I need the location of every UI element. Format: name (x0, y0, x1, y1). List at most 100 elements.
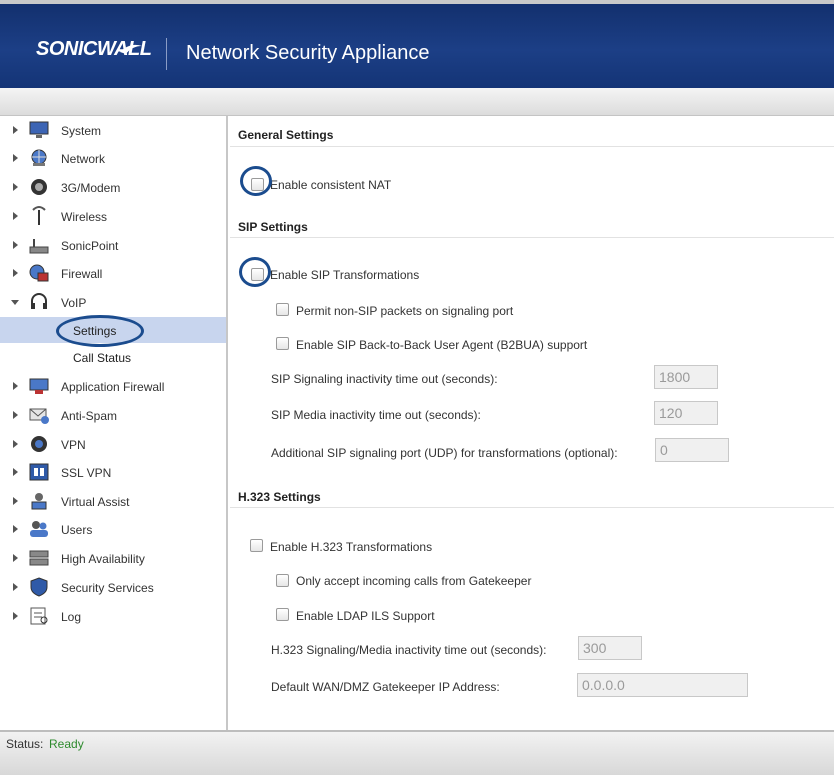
expand-arrow-icon[interactable] (13, 583, 18, 591)
expand-arrow-icon[interactable] (13, 468, 18, 476)
sidebar-item-label: 3G/Modem (61, 181, 121, 195)
expand-arrow-icon[interactable] (13, 411, 18, 419)
sidebar-item-security-services[interactable]: Security Services (0, 575, 226, 601)
expand-arrow-icon[interactable] (13, 154, 18, 162)
sidebar-item-label: SonicPoint (61, 239, 119, 253)
consistent-nat-label: Enable consistent NAT (270, 178, 392, 192)
expand-arrow-icon[interactable] (13, 269, 18, 277)
app-firewall-icon (29, 378, 49, 394)
expand-arrow-icon[interactable] (13, 440, 18, 448)
sidebar-item-sonicpoint[interactable]: SonicPoint (0, 233, 226, 259)
sidebar-item-label: System (61, 124, 102, 138)
sip-additional-port-input[interactable] (655, 438, 729, 462)
sidebar-item-high-availability[interactable]: High Availability (0, 546, 226, 572)
gatekeeper-ip-input[interactable] (577, 673, 748, 697)
ldap-ils-checkbox[interactable] (276, 608, 289, 621)
access-point-icon (29, 239, 49, 254)
anti-spam-icon (29, 408, 49, 424)
sip-signaling-timeout-input[interactable] (654, 365, 718, 389)
virtual-assist-icon (31, 493, 47, 510)
toolbar-strip (0, 88, 834, 116)
sip-transformations-checkbox[interactable] (251, 268, 264, 281)
sidebar-item-log[interactable]: Log (0, 604, 226, 630)
collapse-arrow-icon[interactable] (11, 300, 19, 305)
sidebar-item-label: Virtual Assist (61, 495, 130, 509)
sidebar-subitem-label: Settings (73, 324, 117, 338)
sidebar-item-label: Application Firewall (61, 380, 165, 394)
h323-timeout-input[interactable] (578, 636, 642, 660)
expand-arrow-icon[interactable] (13, 241, 18, 249)
sidebar-item-label: SSL VPN (61, 466, 112, 480)
ssl-vpn-icon (29, 463, 49, 481)
sip-signaling-timeout-label: SIP Signaling inactivity time out (secon… (271, 372, 498, 386)
sidebar-item-firewall[interactable]: Firewall (0, 261, 226, 287)
sidebar-item-ssl-vpn[interactable]: SSL VPN (0, 460, 226, 486)
sidebar-nav: System Network 3G/Modem Wireless SonicPo… (0, 116, 228, 730)
sidebar-item-system[interactable]: System (0, 118, 226, 144)
sidebar-subitem-voip-call-status[interactable]: Call Status (0, 344, 226, 370)
section-divider (230, 146, 834, 147)
monitor-icon (29, 121, 49, 138)
ldap-ils-label: Enable LDAP ILS Support (296, 609, 435, 623)
logo-swoosh-icon (120, 44, 142, 54)
app-title: Network Security Appliance (186, 42, 430, 64)
sidebar-item-users[interactable]: Users (0, 517, 226, 543)
gatekeeper-only-label: Only accept incoming calls from Gatekeep… (296, 574, 532, 588)
users-icon (30, 521, 48, 537)
sidebar-item-label: Security Services (61, 581, 154, 595)
status-value: Ready (49, 737, 84, 751)
status-label: Status: (6, 737, 44, 751)
high-availability-icon (29, 550, 49, 566)
status-bar: Status: Ready (0, 730, 834, 775)
sidebar-item-application-firewall[interactable]: Application Firewall (0, 374, 226, 400)
main-content: General Settings Enable consistent NAT S… (230, 116, 834, 730)
expand-arrow-icon[interactable] (13, 525, 18, 533)
sidebar-item-3g-modem[interactable]: 3G/Modem (0, 175, 226, 201)
sidebar-item-vpn[interactable]: VPN (0, 432, 226, 458)
gatekeeper-only-checkbox[interactable] (276, 574, 289, 587)
sip-media-timeout-label: SIP Media inactivity time out (seconds): (271, 408, 481, 422)
sip-transformations-label: Enable SIP Transformations (270, 268, 420, 282)
section-divider (230, 237, 834, 238)
b2bua-checkbox[interactable] (276, 337, 289, 350)
shield-icon (30, 577, 48, 597)
log-icon (30, 607, 48, 625)
sidebar-item-wireless[interactable]: Wireless (0, 204, 226, 230)
sidebar-item-label: VPN (61, 438, 86, 452)
expand-arrow-icon[interactable] (13, 612, 18, 620)
sip-media-timeout-input[interactable] (654, 401, 718, 425)
sidebar-item-network[interactable]: Network (0, 146, 226, 172)
sidebar-item-label: Anti-Spam (61, 409, 118, 423)
antenna-icon (32, 206, 46, 225)
h323-timeout-label: H.323 Signaling/Media inactivity time ou… (271, 643, 547, 657)
expand-arrow-icon[interactable] (13, 497, 18, 505)
app-header: SONICWALL Network Security Appliance (0, 0, 834, 88)
sidebar-item-label: Network (61, 152, 106, 166)
headset-icon (31, 293, 47, 309)
sidebar-item-label: Firewall (61, 267, 103, 281)
expand-arrow-icon[interactable] (13, 183, 18, 191)
vpn-icon (31, 436, 47, 452)
sidebar-subitem-voip-settings[interactable]: Settings (0, 317, 226, 343)
h323-transformations-checkbox[interactable] (250, 539, 263, 552)
section-title-general: General Settings (238, 128, 334, 142)
consistent-nat-checkbox[interactable] (251, 178, 264, 191)
gatekeeper-ip-label: Default WAN/DMZ Gatekeeper IP Address: (271, 680, 500, 694)
sidebar-item-virtual-assist[interactable]: Virtual Assist (0, 489, 226, 515)
sidebar-item-label: Users (61, 523, 93, 537)
sip-additional-port-label: Additional SIP signaling port (UDP) for … (271, 446, 618, 460)
h323-transformations-label: Enable H.323 Transformations (270, 540, 433, 554)
firewall-icon (29, 264, 49, 282)
expand-arrow-icon[interactable] (13, 554, 18, 562)
sidebar-item-anti-spam[interactable]: Anti-Spam (0, 403, 226, 429)
section-title-h323: H.323 Settings (238, 490, 321, 504)
sidebar-item-voip[interactable]: VoIP (0, 290, 226, 316)
sidebar-item-label: High Availability (61, 552, 145, 566)
expand-arrow-icon[interactable] (13, 212, 18, 220)
expand-arrow-icon[interactable] (13, 126, 18, 134)
sidebar-item-label: Wireless (61, 210, 108, 224)
globe-icon (31, 149, 47, 166)
b2bua-label: Enable SIP Back-to-Back User Agent (B2BU… (296, 338, 588, 352)
permit-non-sip-checkbox[interactable] (276, 303, 289, 316)
expand-arrow-icon[interactable] (13, 382, 18, 390)
